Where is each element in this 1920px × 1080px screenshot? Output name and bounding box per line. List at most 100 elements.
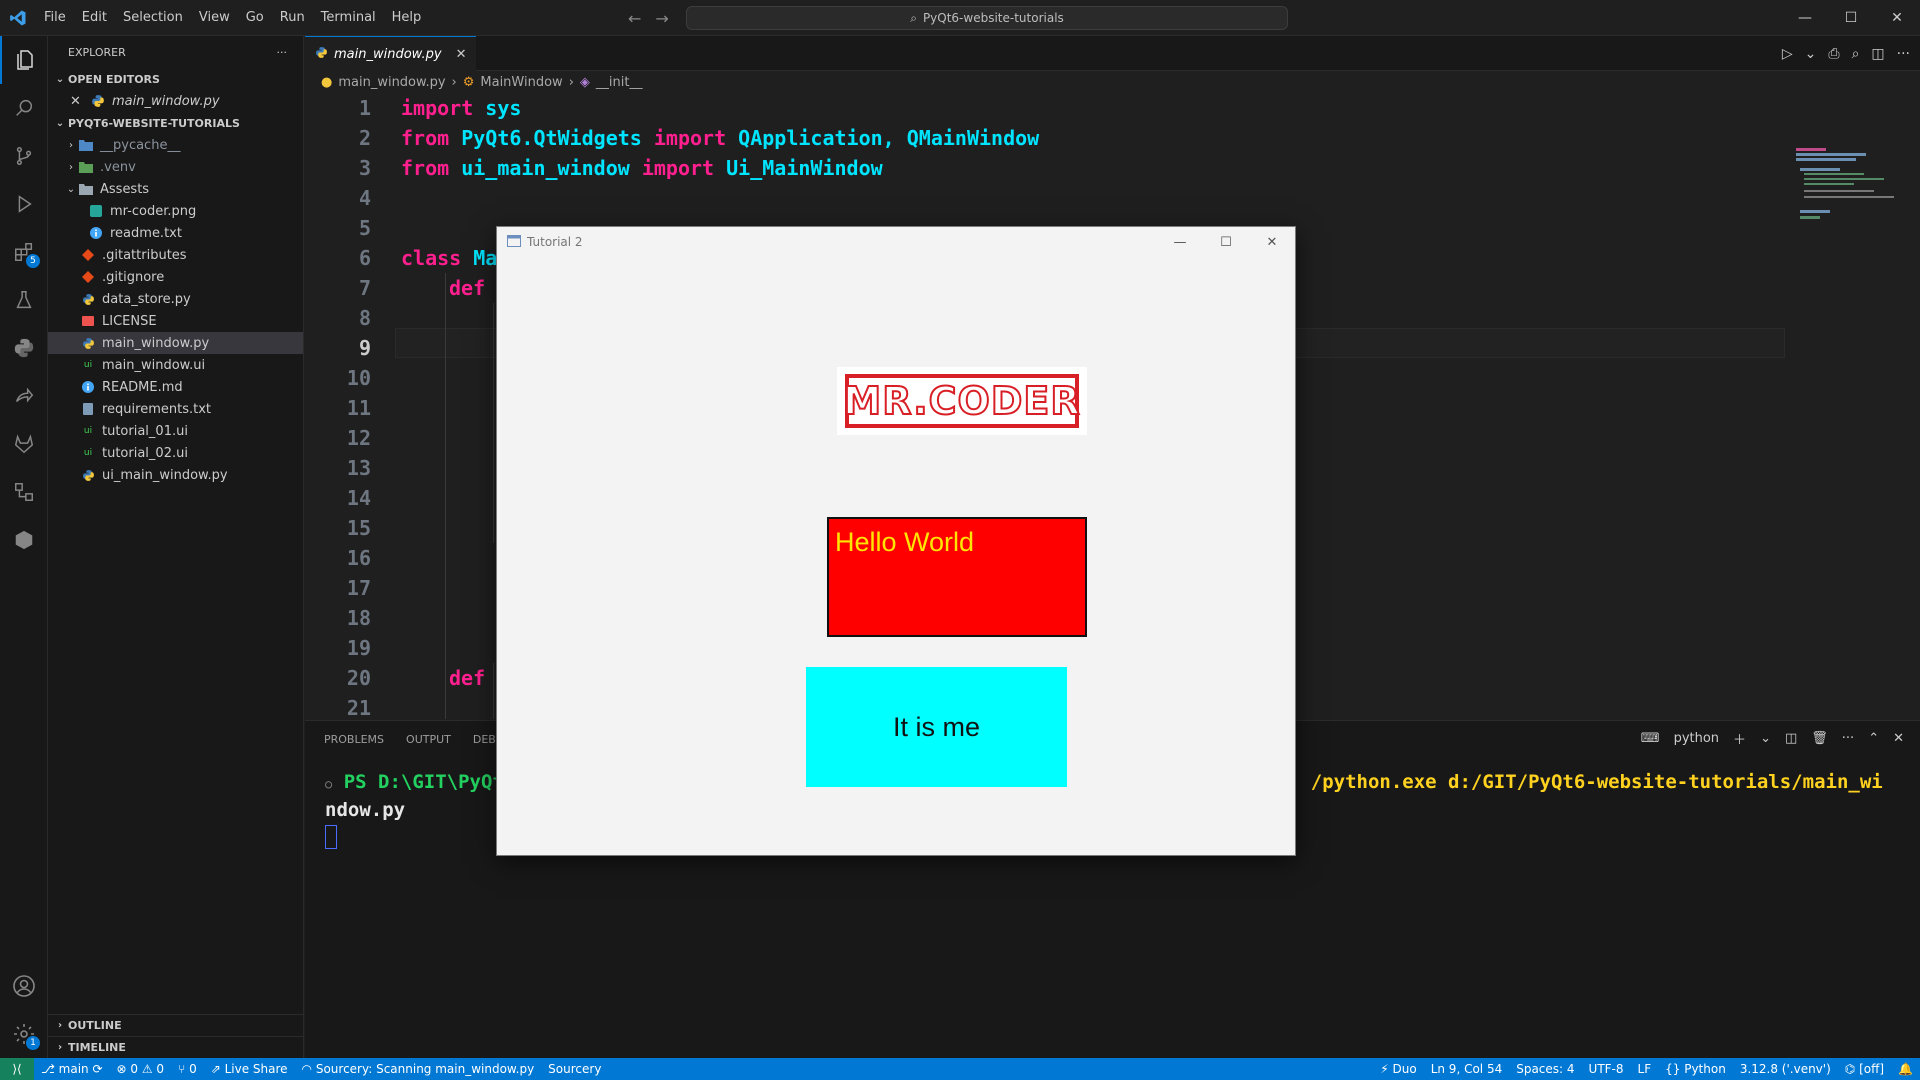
source-control-icon[interactable] [0, 132, 48, 180]
ports-indicator[interactable]: ⑂ 0 [171, 1062, 204, 1076]
close-tab-icon[interactable]: ✕ [456, 47, 467, 62]
copilot-indicator[interactable]: ⌬ [off] [1838, 1062, 1891, 1076]
tree-item-ui-main-window-py[interactable]: ui_main_window.py [48, 464, 303, 486]
tree-item-venv[interactable]: › .venv [48, 156, 303, 178]
search-file-icon[interactable]: ⌕ [1852, 46, 1860, 62]
encoding[interactable]: UTF-8 [1582, 1062, 1631, 1076]
class-icon: ⚙ [462, 74, 475, 90]
search-icon[interactable] [0, 84, 48, 132]
maximize-panel-icon[interactable]: ⌃ [1868, 731, 1879, 746]
remote-explorer-icon[interactable] [0, 468, 48, 516]
close-editor-icon[interactable]: ✕ [70, 94, 90, 109]
menu-edit[interactable]: Edit [74, 0, 115, 36]
back-arrow-icon[interactable]: ← [628, 9, 641, 28]
menu-view[interactable]: View [191, 0, 238, 36]
terminal-shell-label[interactable]: python [1674, 731, 1719, 746]
menu-file[interactable]: File [36, 0, 74, 36]
line-ending[interactable]: LF [1631, 1062, 1659, 1076]
tree-item-mr-coder-png[interactable]: mr-coder.png [48, 200, 303, 222]
account-icon[interactable] [0, 962, 48, 1010]
ui-file-icon: ui [83, 426, 93, 436]
minimize-icon[interactable]: — [1782, 0, 1828, 36]
breadcrumb-class[interactable]: MainWindow [480, 75, 562, 90]
outline-section[interactable]: › OUTLINE [48, 1014, 304, 1036]
new-terminal-icon[interactable]: ＋ [1733, 729, 1746, 748]
maximize-icon[interactable]: ☐ [1203, 227, 1249, 257]
gitlab-icon[interactable] [0, 420, 48, 468]
tree-item-data-store-py[interactable]: data_store.py [48, 288, 303, 310]
run-debug-icon[interactable] [0, 180, 48, 228]
open-editor-item[interactable]: ✕ main_window.py [48, 90, 303, 112]
more-actions-icon[interactable]: ··· [277, 46, 288, 59]
tree-item-tutorial-01-ui[interactable]: ui tutorial_01.ui [48, 420, 303, 442]
menu-terminal[interactable]: Terminal [313, 0, 384, 36]
extensions-icon[interactable]: 5 [0, 228, 48, 276]
trash-icon[interactable]: 🗑 [1811, 731, 1828, 746]
menu-go[interactable]: Go [238, 0, 272, 36]
project-section[interactable]: ⌄ PYQT6-WEBSITE-TUTORIALS [48, 112, 303, 134]
menu-selection[interactable]: Selection [115, 0, 191, 36]
tree-item-label: Assests [100, 181, 150, 197]
chevron-down-icon[interactable]: ⌄ [1760, 731, 1771, 746]
forward-arrow-icon[interactable]: → [655, 9, 668, 28]
tree-item-gitignore[interactable]: .gitignore [48, 266, 303, 288]
chevron-down-icon[interactable]: ⌄ [1805, 46, 1817, 62]
indentation[interactable]: Spaces: 4 [1509, 1062, 1581, 1076]
explorer-icon[interactable] [0, 36, 48, 84]
remote-indicator-icon[interactable]: ⟩⟨ [0, 1058, 34, 1080]
cursor-position[interactable]: Ln 9, Col 54 [1424, 1062, 1510, 1076]
testing-icon[interactable] [0, 276, 48, 324]
tree-item-pycache[interactable]: › __pycache__ [48, 134, 303, 156]
tree-item-main-window-ui[interactable]: ui main_window.ui [48, 354, 303, 376]
tree-item-readme-txt[interactable]: readme.txt [48, 222, 303, 244]
tree-item-main-window-py[interactable]: main_window.py [48, 332, 303, 354]
close-icon[interactable]: ✕ [1874, 0, 1920, 36]
tree-item-requirements-txt[interactable]: requirements.txt [48, 398, 303, 420]
minimap[interactable] [1796, 148, 1906, 248]
python-interpreter[interactable]: 3.12.8 ('.venv') [1733, 1062, 1838, 1076]
breadcrumb-method[interactable]: __init__ [596, 75, 643, 90]
duo-indicator[interactable]: ⚡ Duo [1373, 1062, 1423, 1076]
live-share-indicator[interactable]: ⇗ Live Share [204, 1062, 295, 1076]
tree-item-label: LICENSE [102, 313, 157, 329]
tree-item-readme-md[interactable]: README.md [48, 376, 303, 398]
print-icon[interactable]: ⎙ [1828, 46, 1839, 62]
menu-help[interactable]: Help [384, 0, 430, 36]
more-actions-icon[interactable]: ··· [1897, 46, 1910, 62]
split-editor-icon[interactable]: ◫ [1871, 46, 1884, 62]
language-mode[interactable]: {} Python [1658, 1062, 1733, 1076]
settings-gear-icon[interactable]: 1 [0, 1010, 48, 1058]
tab-problems[interactable]: PROBLEMS [324, 733, 384, 746]
tree-item-license[interactable]: LICENSE [48, 310, 303, 332]
live-share-icon[interactable] [0, 372, 48, 420]
sourcery-indicator[interactable]: Sourcery [541, 1062, 608, 1076]
open-editor-label: main_window.py [112, 93, 220, 109]
qt-window-tutorial-2[interactable]: Tutorial 2 — ☐ ✕ MR.CODER Hello World It… [496, 226, 1296, 856]
tree-item-tutorial-02-ui[interactable]: ui tutorial_02.ui [48, 442, 303, 464]
keyword: from [401, 126, 450, 150]
close-icon[interactable]: ✕ [1249, 227, 1295, 257]
breadcrumb-file[interactable]: main_window.py [338, 75, 445, 90]
hexagon-extension-icon[interactable] [0, 516, 48, 564]
open-editors-section[interactable]: ⌄ OPEN EDITORS [48, 68, 303, 90]
tree-item-assests[interactable]: ⌄ Assests [48, 178, 303, 200]
close-panel-icon[interactable]: ✕ [1893, 731, 1904, 746]
tab-main-window-py[interactable]: main_window.py ✕ [305, 36, 477, 71]
command-center-search[interactable]: ⌕ PyQt6-website-tutorials [686, 6, 1288, 30]
notifications-bell-icon[interactable]: 🔔 [1891, 1062, 1920, 1076]
menu-run[interactable]: Run [272, 0, 313, 36]
python-icon[interactable] [0, 324, 48, 372]
minimize-icon[interactable]: — [1157, 227, 1203, 257]
branch-indicator[interactable]: ⎇ main ⟳ [34, 1062, 110, 1076]
qt-window-controls: — ☐ ✕ [1157, 227, 1295, 257]
timeline-section[interactable]: › TIMELINE [48, 1036, 304, 1058]
problems-indicator[interactable]: ⊗ 0 ⚠ 0 [110, 1062, 172, 1076]
split-terminal-icon[interactable]: ◫ [1785, 731, 1797, 746]
run-icon[interactable]: ▷ [1782, 46, 1793, 62]
tree-item-gitattributes[interactable]: .gitattributes [48, 244, 303, 266]
it-is-me-button[interactable]: It is me [806, 667, 1067, 787]
more-actions-icon[interactable]: ··· [1842, 731, 1854, 746]
sourcery-scan-indicator[interactable]: ◠ Sourcery: Scanning main_window.py [295, 1062, 542, 1076]
tab-output[interactable]: OUTPUT [406, 733, 451, 746]
maximize-icon[interactable]: ☐ [1828, 0, 1874, 36]
